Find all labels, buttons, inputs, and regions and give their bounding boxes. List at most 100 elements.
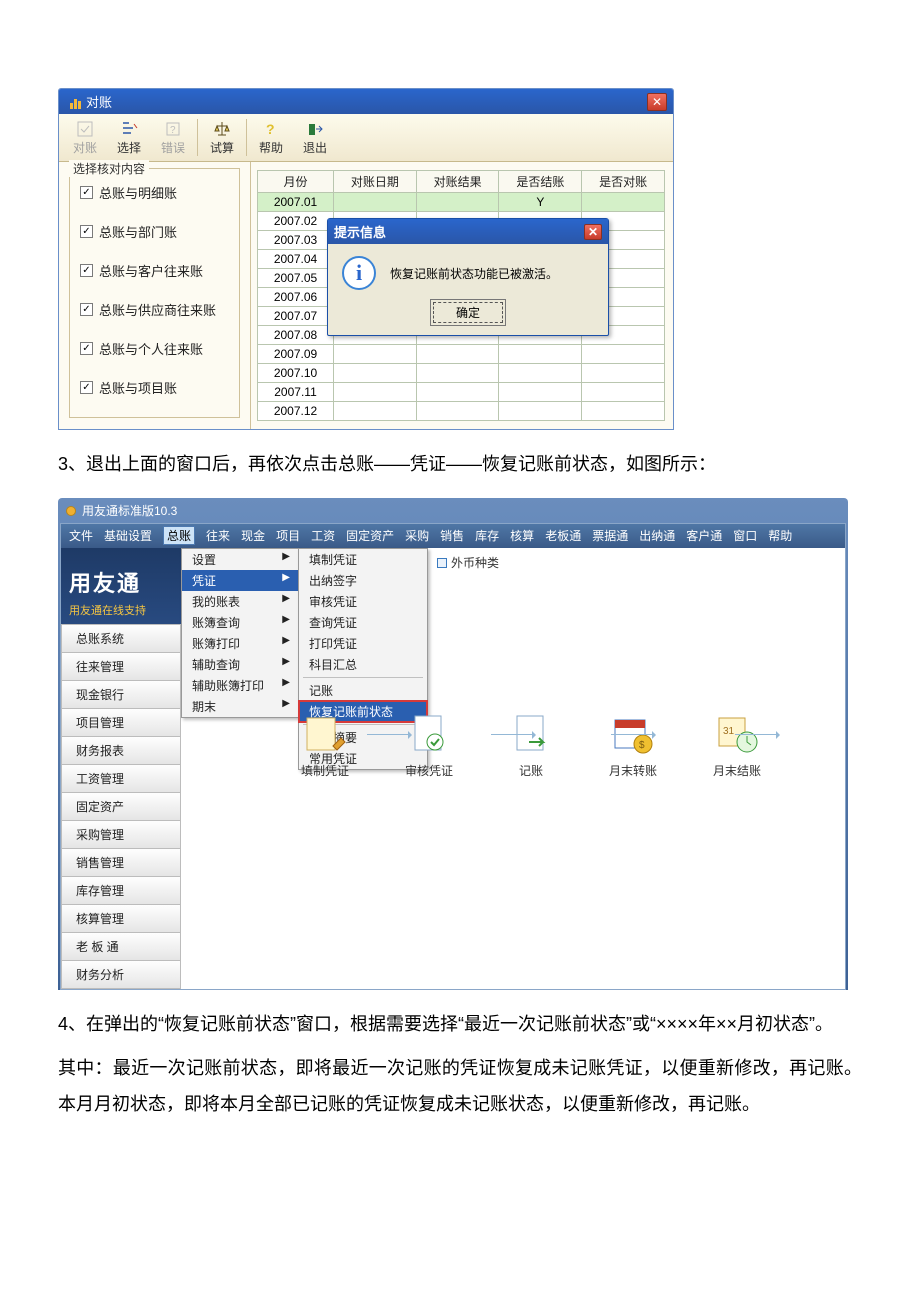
chevron-right-icon: ▶ bbox=[282, 614, 290, 631]
toolbar: 对账 选择 ?错误 试算 ?帮助 退出 bbox=[59, 114, 673, 162]
cb-general-personal[interactable]: ✓总账与个人往来账 bbox=[80, 339, 229, 358]
menu-item[interactable]: 核算 bbox=[510, 527, 534, 545]
menu-item[interactable]: 文件 bbox=[69, 527, 93, 545]
close-icon[interactable]: ✕ bbox=[584, 224, 602, 240]
menu-item[interactable]: 查询凭证 bbox=[299, 612, 427, 633]
menu-item[interactable]: 审核凭证 bbox=[299, 591, 427, 612]
cb-label: 总账与部门账 bbox=[99, 222, 177, 241]
menu-item[interactable]: 现金 bbox=[241, 527, 265, 545]
topbar-label: 外币种类 bbox=[451, 554, 499, 571]
menu-item[interactable]: 期末▶ bbox=[182, 696, 298, 717]
menu-item[interactable]: 窗口 bbox=[733, 527, 757, 545]
menu-item[interactable]: 项目 bbox=[276, 527, 300, 545]
instruction-desc: 其中：最近一次记账前状态，即将最近一次记账的凭证恢复成未记账凭证，以便重新修改，… bbox=[58, 1050, 862, 1122]
menu-item[interactable]: 填制凭证 bbox=[299, 549, 427, 570]
menu-item[interactable]: 凭证▶ bbox=[182, 570, 298, 591]
menu-item[interactable]: 辅助账簿打印▶ bbox=[182, 675, 298, 696]
menu-item[interactable]: 打印凭证 bbox=[299, 633, 427, 654]
msgbox-title: 提示信息 bbox=[334, 222, 386, 241]
chevron-right-icon: ▶ bbox=[282, 698, 290, 715]
figure-yonyou-app: 用友通标准版10.3 文件基础设置总账往来现金项目工资固定资产采购销售库存核算老… bbox=[58, 498, 848, 990]
module-button[interactable]: 项目管理 bbox=[61, 709, 181, 737]
tb-help[interactable]: ?帮助 bbox=[251, 117, 291, 158]
menu-item[interactable]: 工资 bbox=[311, 527, 335, 545]
module-button[interactable]: 工资管理 bbox=[61, 765, 181, 793]
cb-label: 总账与客户往来账 bbox=[99, 261, 203, 280]
module-button[interactable]: 现金银行 bbox=[61, 681, 181, 709]
app-title: 用友通标准版10.3 bbox=[82, 502, 177, 519]
menu-item[interactable]: 设置▶ bbox=[182, 549, 298, 570]
cb-general-supplier[interactable]: ✓总账与供应商往来账 bbox=[80, 300, 229, 319]
menu-item[interactable]: 采购 bbox=[405, 527, 429, 545]
chevron-right-icon: ▶ bbox=[282, 635, 290, 652]
cb-general-dept[interactable]: ✓ 总账与部门账 bbox=[80, 222, 229, 241]
menu-item[interactable]: 出纳通 bbox=[639, 527, 675, 545]
separator bbox=[303, 677, 423, 678]
checkbox-group: ✓总账与明细账 ✓总账与部门账 ✓总账与客户往来账 ✓总账与供应商往来账 ✓总账… bbox=[69, 168, 240, 418]
flow-fill-voucher[interactable]: 填制凭证 bbox=[301, 712, 349, 779]
table-row[interactable]: 2007.01Y bbox=[258, 193, 665, 212]
table-row[interactable]: 2007.09 bbox=[258, 345, 665, 364]
menu-item[interactable]: 固定资产 bbox=[346, 527, 394, 545]
topbar-item-currency[interactable]: 外币种类 bbox=[437, 554, 499, 571]
menu-item[interactable]: 科目汇总 bbox=[299, 654, 427, 675]
menu-item[interactable]: 库存 bbox=[475, 527, 499, 545]
brand-subtitle: 用友通在线支持 bbox=[69, 602, 173, 618]
module-button[interactable]: 往来管理 bbox=[61, 653, 181, 681]
menu-item[interactable]: 出纳签字 bbox=[299, 570, 427, 591]
dropdown-level-1: 设置▶凭证▶我的账表▶账簿查询▶账簿打印▶辅助查询▶辅助账簿打印▶期末▶ bbox=[181, 548, 299, 718]
menu-item[interactable]: 我的账表▶ bbox=[182, 591, 298, 612]
menu-item[interactable]: 销售 bbox=[440, 527, 464, 545]
menu-item[interactable]: 客户通 bbox=[686, 527, 722, 545]
square-icon bbox=[437, 558, 447, 568]
ok-button[interactable]: 确定 bbox=[433, 302, 503, 323]
menu-item[interactable]: 记账 bbox=[299, 680, 427, 701]
tb-select[interactable]: 选择 bbox=[109, 117, 149, 158]
checkbox-icon: ✓ bbox=[80, 186, 93, 199]
cb-label: 总账与个人往来账 bbox=[99, 339, 203, 358]
module-button[interactable]: 财务分析 bbox=[61, 961, 181, 989]
module-button[interactable]: 采购管理 bbox=[61, 821, 181, 849]
menu-item[interactable]: 票据通 bbox=[592, 527, 628, 545]
col-header: 月份 bbox=[258, 171, 334, 193]
window-title: 对账 bbox=[86, 92, 112, 111]
menu-item[interactable]: 帮助 bbox=[768, 527, 792, 545]
cb-general-customer[interactable]: ✓总账与客户往来账 bbox=[80, 261, 229, 280]
module-button[interactable]: 销售管理 bbox=[61, 849, 181, 877]
table-row[interactable]: 2007.12 bbox=[258, 402, 665, 421]
table-row[interactable]: 2007.11 bbox=[258, 383, 665, 402]
module-button[interactable]: 核算管理 bbox=[61, 905, 181, 933]
tb-exit[interactable]: 退出 bbox=[295, 117, 335, 158]
menu-item[interactable]: 账簿查询▶ bbox=[182, 612, 298, 633]
module-button[interactable]: 财务报表 bbox=[61, 737, 181, 765]
chevron-right-icon: ▶ bbox=[282, 593, 290, 610]
info-icon: i bbox=[342, 256, 376, 290]
menu-item[interactable]: 账簿打印▶ bbox=[182, 633, 298, 654]
menu-item[interactable]: 总账 bbox=[163, 526, 195, 545]
brand-title: 用友通 bbox=[69, 566, 173, 598]
cb-general-project[interactable]: ✓总账与项目账 bbox=[80, 378, 229, 397]
module-button[interactable]: 老 板 通 bbox=[61, 933, 181, 961]
menu-item[interactable]: 往来 bbox=[206, 527, 230, 545]
flow-audit-voucher[interactable]: 审核凭证 bbox=[405, 712, 453, 779]
module-button[interactable]: 固定资产 bbox=[61, 793, 181, 821]
flow-label: 填制凭证 bbox=[301, 762, 349, 779]
table-row[interactable]: 2007.10 bbox=[258, 364, 665, 383]
menu-item[interactable]: 辅助查询▶ bbox=[182, 654, 298, 675]
doc-edit-icon bbox=[303, 712, 347, 756]
checkbox-icon: ✓ bbox=[80, 225, 93, 238]
menubar[interactable]: 文件基础设置总账往来现金项目工资固定资产采购销售库存核算老板通票据通出纳通客户通… bbox=[61, 524, 845, 548]
tb-trial[interactable]: 试算 bbox=[202, 117, 242, 158]
tb-error: ?错误 bbox=[153, 117, 193, 158]
exit-icon bbox=[305, 119, 325, 139]
menu-item[interactable]: 老板通 bbox=[545, 527, 581, 545]
flow-post[interactable]: 记账 bbox=[509, 712, 553, 779]
msgbox-text: 恢复记账前状态功能已被激活。 bbox=[390, 265, 558, 282]
menu-item[interactable]: 基础设置 bbox=[104, 527, 152, 545]
flow-month-transfer[interactable]: $ 月末转账 bbox=[609, 712, 657, 779]
module-button[interactable]: 总账系统 bbox=[61, 624, 181, 653]
module-button[interactable]: 库存管理 bbox=[61, 877, 181, 905]
flow-month-close[interactable]: 31 月末结账 bbox=[713, 712, 761, 779]
cb-general-detail[interactable]: ✓总账与明细账 bbox=[80, 183, 229, 202]
close-icon[interactable]: ✕ bbox=[647, 93, 667, 111]
